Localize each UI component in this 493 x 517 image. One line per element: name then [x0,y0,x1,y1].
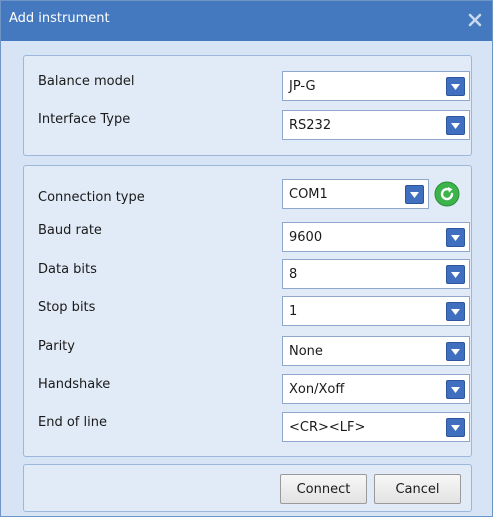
stop-bits-select[interactable]: 1 [282,296,470,326]
parity-label: Parity [38,339,75,354]
connection-type-value: COM1 [289,187,328,202]
connect-button[interactable]: Connect [280,474,367,504]
close-icon [468,13,482,27]
chevron-down-icon [451,348,460,355]
chevron-down-icon [451,424,460,431]
cancel-button[interactable]: Cancel [374,474,461,504]
stop-bits-label: Stop bits [38,300,96,315]
baud-rate-label: Baud rate [38,223,102,238]
handshake-label: Handshake [38,377,111,392]
chevron-down-icon [451,308,460,315]
handshake-dropdown-button[interactable] [446,380,465,399]
instrument-panel: Balance model JP-G Interface Type RS232 [23,55,472,156]
chevron-down-icon [451,83,460,90]
connection-type-select[interactable]: COM1 [282,179,429,209]
baud-rate-value: 9600 [289,230,323,245]
interface-type-select[interactable]: RS232 [282,110,470,140]
chevron-down-icon [410,191,419,198]
actions-panel: Connect Cancel [23,464,472,512]
interface-type-value: RS232 [289,118,332,133]
parity-value: None [289,344,323,359]
end-of-line-dropdown-button[interactable] [446,418,465,437]
end-of-line-label: End of line [38,415,107,430]
balance-model-select[interactable]: JP-G [282,71,470,101]
connection-panel: Connection type COM1 Baud rate 9600 Data… [23,165,472,457]
baud-rate-dropdown-button[interactable] [446,228,465,247]
data-bits-value: 8 [289,267,298,282]
end-of-line-value: <CR><LF> [289,420,366,435]
baud-rate-select[interactable]: 9600 [282,222,470,252]
chevron-down-icon [451,271,460,278]
stop-bits-dropdown-button[interactable] [446,302,465,321]
add-instrument-dialog: Add instrument Balance model JP-G Interf… [0,0,493,517]
chevron-down-icon [451,386,460,393]
balance-model-value: JP-G [289,79,316,94]
chevron-down-icon [451,234,460,241]
data-bits-select[interactable]: 8 [282,259,470,289]
handshake-select[interactable]: Xon/Xoff [282,374,470,404]
connection-type-dropdown-button[interactable] [405,185,424,204]
title-bar: Add instrument [1,1,492,41]
dialog-title: Add instrument [9,11,110,26]
interface-type-dropdown-button[interactable] [446,116,465,135]
refresh-icon [434,181,460,207]
parity-select[interactable]: None [282,336,470,366]
close-button[interactable] [462,7,488,33]
chevron-down-icon [451,122,460,129]
parity-dropdown-button[interactable] [446,342,465,361]
handshake-value: Xon/Xoff [289,382,345,397]
data-bits-dropdown-button[interactable] [446,265,465,284]
data-bits-label: Data bits [38,262,97,277]
interface-type-label: Interface Type [38,112,131,127]
refresh-ports-button[interactable] [434,181,460,207]
connection-type-label: Connection type [38,190,145,205]
balance-model-label: Balance model [38,74,135,89]
end-of-line-select[interactable]: <CR><LF> [282,412,470,442]
stop-bits-value: 1 [289,304,298,319]
balance-model-dropdown-button[interactable] [446,77,465,96]
